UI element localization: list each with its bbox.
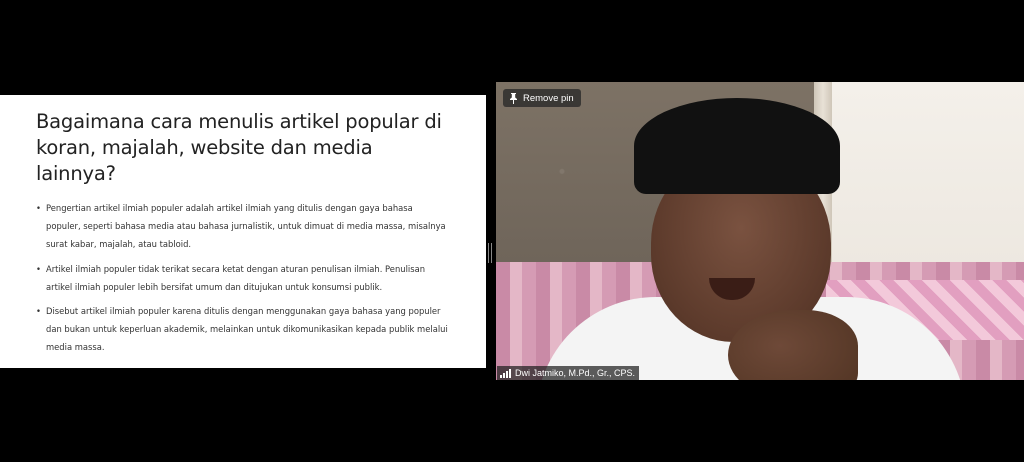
slide-bullet: Disebut artikel ilmiah populer karena di… bbox=[36, 302, 450, 357]
meeting-stage: Bagaimana cara menulis artikel popular d… bbox=[0, 0, 1024, 462]
slide-bullet: Pengertian artikel ilmiah populer adalah… bbox=[36, 199, 450, 254]
slide-bullet: Artikel ilmiah populer tidak terikat sec… bbox=[36, 260, 450, 296]
slide-title: Bagaimana cara menulis artikel popular d… bbox=[36, 110, 442, 185]
signal-strength-icon bbox=[500, 368, 511, 378]
pin-icon bbox=[510, 92, 517, 104]
remove-pin-label: Remove pin bbox=[523, 92, 574, 104]
participant-video[interactable] bbox=[496, 82, 1024, 380]
participant-name: Dwi Jatmiko, M.Pd., Gr., CPS. bbox=[515, 368, 636, 378]
slide-bullet-list: Pengertian artikel ilmiah populer adalah… bbox=[36, 199, 450, 357]
participant-name-tag: Dwi Jatmiko, M.Pd., Gr., CPS. bbox=[497, 366, 640, 380]
split-view-drag-handle[interactable] bbox=[488, 243, 492, 263]
shared-screen-slide: Bagaimana cara menulis artikel popular d… bbox=[0, 95, 486, 368]
remove-pin-button[interactable]: Remove pin bbox=[503, 89, 581, 107]
